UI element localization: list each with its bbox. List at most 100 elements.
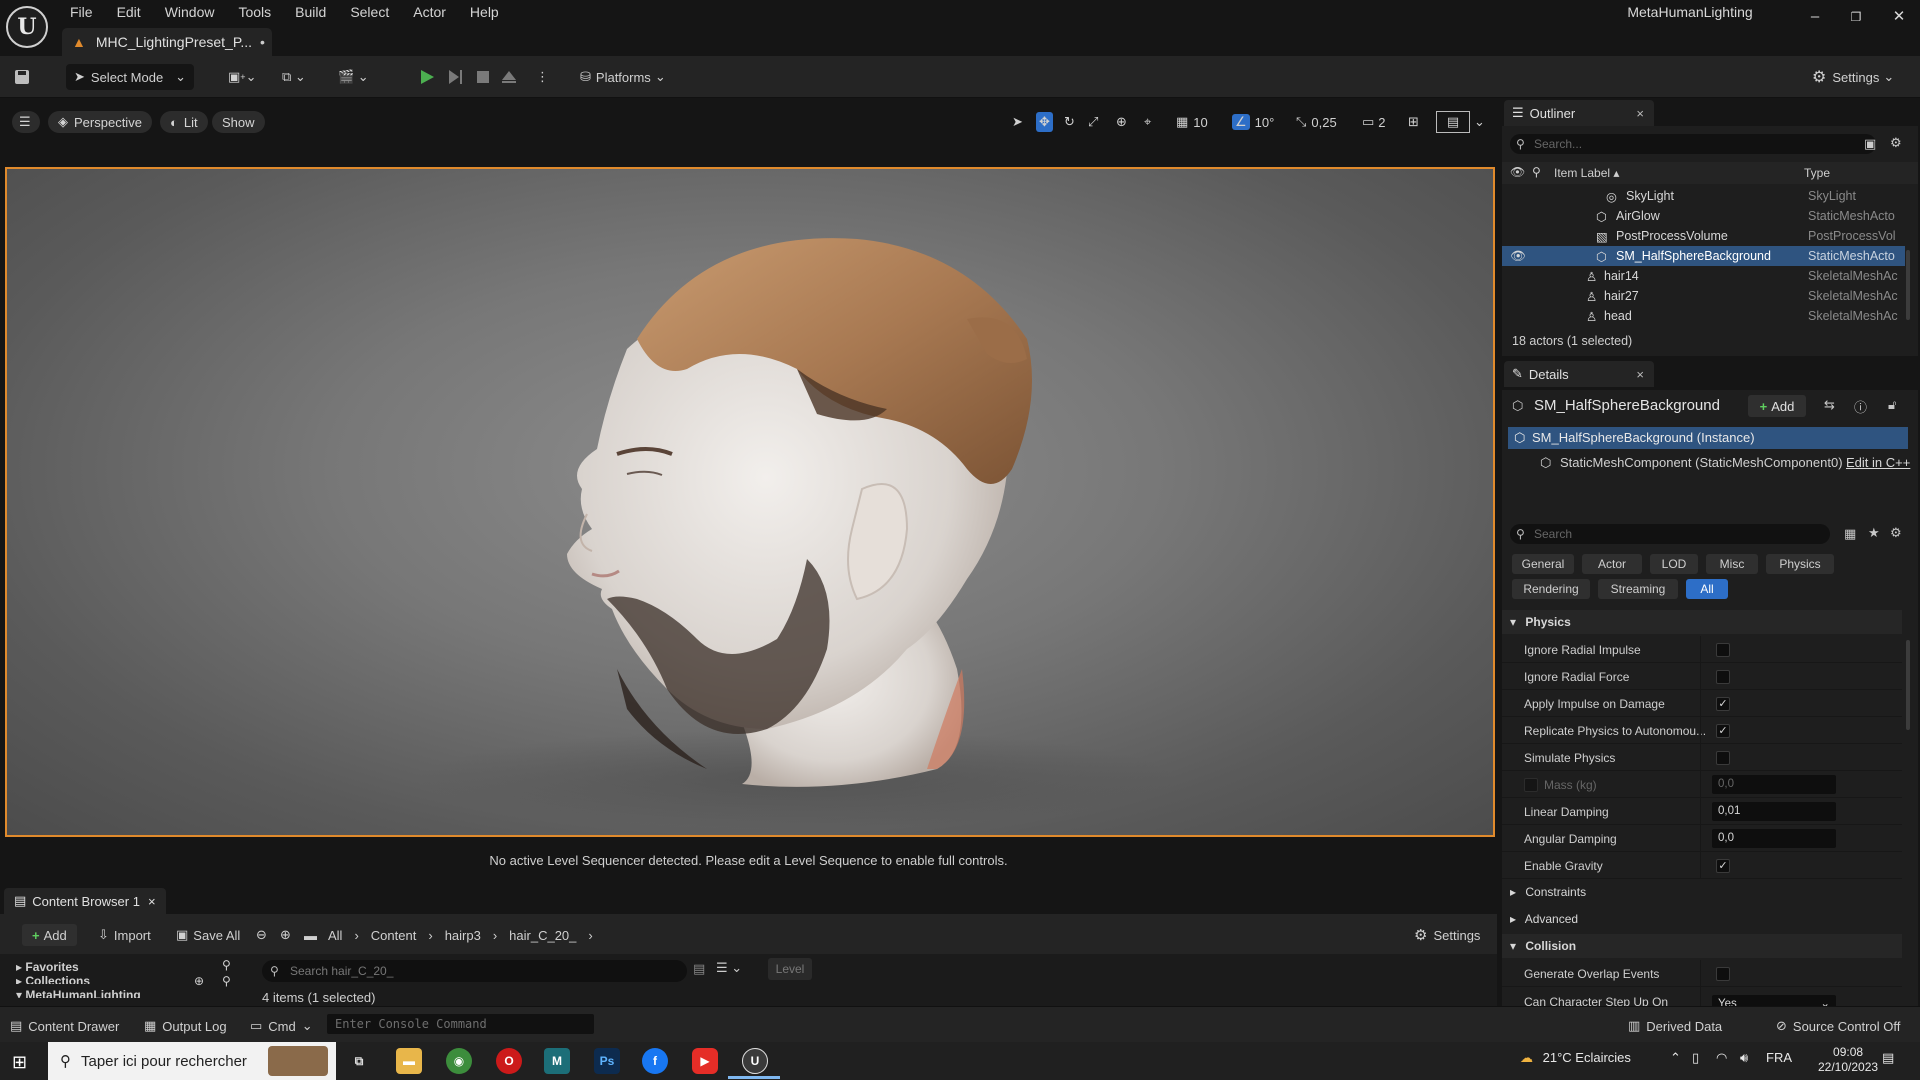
select-mode-dropdown[interactable]: ➤ Select Mode ⌄ — [66, 64, 194, 90]
grid-snap-button[interactable]: ▦ 10 — [1176, 112, 1208, 132]
details-scrollbar[interactable] — [1906, 640, 1910, 730]
file-explorer-icon[interactable]: ▬ — [396, 1048, 422, 1074]
platforms-dropdown[interactable]: ⛁ Platforms ⌄ — [580, 64, 680, 90]
source-control-button[interactable]: ⊘ Source Control Off — [1776, 1016, 1900, 1036]
outliner-row[interactable]: ◎ SkyLight SkyLight — [1502, 186, 1905, 206]
advanced-section-header[interactable]: ▸ Advanced — [1502, 907, 1902, 931]
folder-icon[interactable]: ▬ — [304, 924, 317, 946]
outliner-row[interactable]: ▧ PostProcessVolume PostProcessVol — [1502, 226, 1905, 246]
visibility-icon[interactable]: 👁 — [1510, 249, 1526, 264]
settings-dropdown[interactable]: ⚙ Settings ⌄ — [1812, 64, 1912, 90]
unreal-engine-taskbar-icon[interactable]: U — [742, 1048, 768, 1074]
angular-damping-input[interactable]: 0,0 — [1712, 829, 1836, 848]
replicate-physics-checkbox[interactable]: ✓ — [1716, 724, 1730, 738]
youtube-icon[interactable]: ▶ — [692, 1048, 718, 1074]
outliner-scrollbar[interactable] — [1906, 250, 1910, 320]
taskbar-search-box[interactable]: ⚲ Taper ici pour rechercher — [48, 1042, 336, 1080]
close-icon[interactable]: × — [1636, 106, 1644, 121]
rotate-tool-icon[interactable]: ↻ — [1064, 112, 1075, 132]
generate-overlap-checkbox[interactable] — [1716, 967, 1730, 981]
simulate-physics-checkbox[interactable] — [1716, 751, 1730, 765]
viewport-menu-icon[interactable]: ☰ — [12, 111, 40, 133]
category-lod[interactable]: LOD — [1650, 554, 1698, 574]
star-icon[interactable]: ★ — [1868, 525, 1880, 541]
select-tool-icon[interactable]: ➤ — [1012, 112, 1023, 132]
output-log-button[interactable]: ▦ Output Log — [144, 1016, 227, 1036]
item-label-column[interactable]: Item Label ▴ — [1554, 166, 1619, 180]
type-column[interactable]: Type — [1804, 166, 1830, 180]
breadcrumb-item[interactable]: All — [328, 928, 342, 943]
level-document-tab[interactable]: ▲ MHC_LightingPreset_P... • — [62, 28, 272, 56]
add-folder-icon[interactable]: ▣ — [1864, 136, 1876, 152]
lock-icon[interactable]: 🔓︎ — [1888, 397, 1896, 413]
derived-data-button[interactable]: ▥ Derived Data — [1628, 1016, 1722, 1036]
network-icon[interactable]: ◠ — [1716, 1050, 1727, 1066]
category-physics[interactable]: Physics — [1766, 554, 1834, 574]
can-step-up-select[interactable]: Yes ⌄ — [1712, 995, 1836, 1006]
mass-input[interactable]: 0,0 — [1712, 775, 1836, 794]
save-all-button[interactable]: ▣ Save All — [176, 924, 240, 946]
outliner-row[interactable]: ⬡ AirGlow StaticMeshActo — [1502, 206, 1905, 226]
enable-gravity-checkbox[interactable]: ✓ — [1716, 859, 1730, 873]
chevron-down-icon[interactable]: ⌄ — [1474, 112, 1485, 132]
play-button[interactable] — [418, 64, 436, 90]
details-search-input[interactable]: ⚲ Search — [1510, 524, 1830, 544]
breadcrumb-item[interactable]: Content — [371, 928, 417, 943]
import-button[interactable]: ⇩ Import — [98, 924, 151, 946]
add-component-button[interactable]: + Add — [1748, 395, 1806, 417]
maya-icon[interactable]: M — [544, 1048, 570, 1074]
stop-button[interactable] — [474, 64, 492, 90]
minimize-button[interactable]: – — [1800, 6, 1830, 28]
outliner-row-selected[interactable]: 👁 ⬡ SM_HalfSphereBackground StaticMeshAc… — [1502, 246, 1905, 266]
collision-section-header[interactable]: ▾ Collision — [1502, 934, 1902, 958]
back-icon[interactable]: ⊖ — [256, 924, 267, 946]
close-icon[interactable]: × — [1636, 367, 1644, 382]
layout-icon[interactable]: ⊞ — [1408, 112, 1419, 132]
task-view-icon[interactable]: ⧉ — [346, 1048, 372, 1074]
edit-in-cpp-link[interactable]: Edit in C++ — [1846, 452, 1910, 474]
content-browser-settings-button[interactable]: ⚙ Settings — [1414, 924, 1480, 946]
outliner-row[interactable]: ♙ hair27 SkeletalMeshAc — [1502, 286, 1905, 306]
scale-snap-button[interactable]: ⤡ 0,25 — [1296, 112, 1337, 132]
level-viewport[interactable] — [5, 167, 1495, 837]
project-folder[interactable]: ▾ MetaHumanLighting — [16, 988, 141, 998]
breadcrumb-item[interactable]: hair_C_20_ — [509, 928, 576, 943]
linear-damping-input[interactable]: 0,01 — [1712, 802, 1836, 821]
surface-snap-icon[interactable]: ⌖ — [1144, 112, 1151, 132]
gear-icon[interactable]: ⚙ — [1890, 135, 1902, 151]
outliner-search-input[interactable]: ⚲ Search... — [1510, 134, 1876, 154]
play-options-icon[interactable]: ⋮ — [536, 64, 549, 90]
category-rendering[interactable]: Rendering — [1512, 579, 1590, 599]
category-general[interactable]: General — [1512, 554, 1574, 574]
weather-widget[interactable]: ☁ 21°C Eclaircies — [1520, 1050, 1631, 1066]
tray-device-icon[interactable]: ▯ — [1692, 1050, 1699, 1066]
add-actor-icon[interactable]: ▣ + ⌄ — [228, 64, 256, 90]
world-space-icon[interactable]: ⊕ — [1116, 112, 1127, 132]
content-browser-tab[interactable]: ▤ Content Browser 1 × — [4, 888, 166, 914]
windows-start-icon[interactable]: ⊞ — [12, 1052, 27, 1073]
category-actor[interactable]: Actor — [1582, 554, 1642, 574]
restore-button[interactable]: ❐ — [1841, 6, 1871, 28]
search-icon[interactable]: ⚲ — [222, 974, 231, 988]
details-tab[interactable]: ✎ Details × — [1504, 361, 1654, 387]
scale-tool-icon[interactable]: ⤢ — [1088, 112, 1098, 132]
filter-icon[interactable]: ☰ ⌄ — [716, 960, 742, 976]
help-icon[interactable]: ⓘ — [1854, 397, 1867, 416]
asset-search-input[interactable]: ⚲ Search hair_C_20_ — [262, 960, 687, 982]
translate-tool-icon[interactable]: ✥ — [1036, 112, 1053, 132]
content-drawer-button[interactable]: ▤ Content Drawer — [10, 1016, 119, 1036]
lit-button[interactable]: ◐ Lit — [160, 111, 208, 133]
apply-impulse-checkbox[interactable]: ✓ — [1716, 697, 1730, 711]
photoshop-icon[interactable]: Ps — [594, 1048, 620, 1074]
tray-chevron-icon[interactable]: ⌃ — [1670, 1050, 1681, 1066]
notifications-icon[interactable]: ▤ — [1882, 1050, 1894, 1066]
clock[interactable]: 09:08 22/10/2023 — [1818, 1045, 1878, 1075]
menu-file[interactable]: File — [58, 2, 105, 22]
cinematics-icon[interactable]: 🎬 ⌄ — [338, 64, 369, 90]
save-search-icon[interactable]: ▤ — [693, 961, 705, 977]
outliner-row[interactable]: ♙ head SkeletalMeshAc — [1502, 306, 1905, 326]
gear-icon[interactable]: ⚙ — [1890, 525, 1902, 541]
advance-frame-button[interactable] — [446, 64, 464, 90]
favorites-section[interactable]: ▸ Favorites — [16, 960, 79, 974]
outliner-row[interactable]: ♙ hair14 SkeletalMeshAc — [1502, 266, 1905, 286]
